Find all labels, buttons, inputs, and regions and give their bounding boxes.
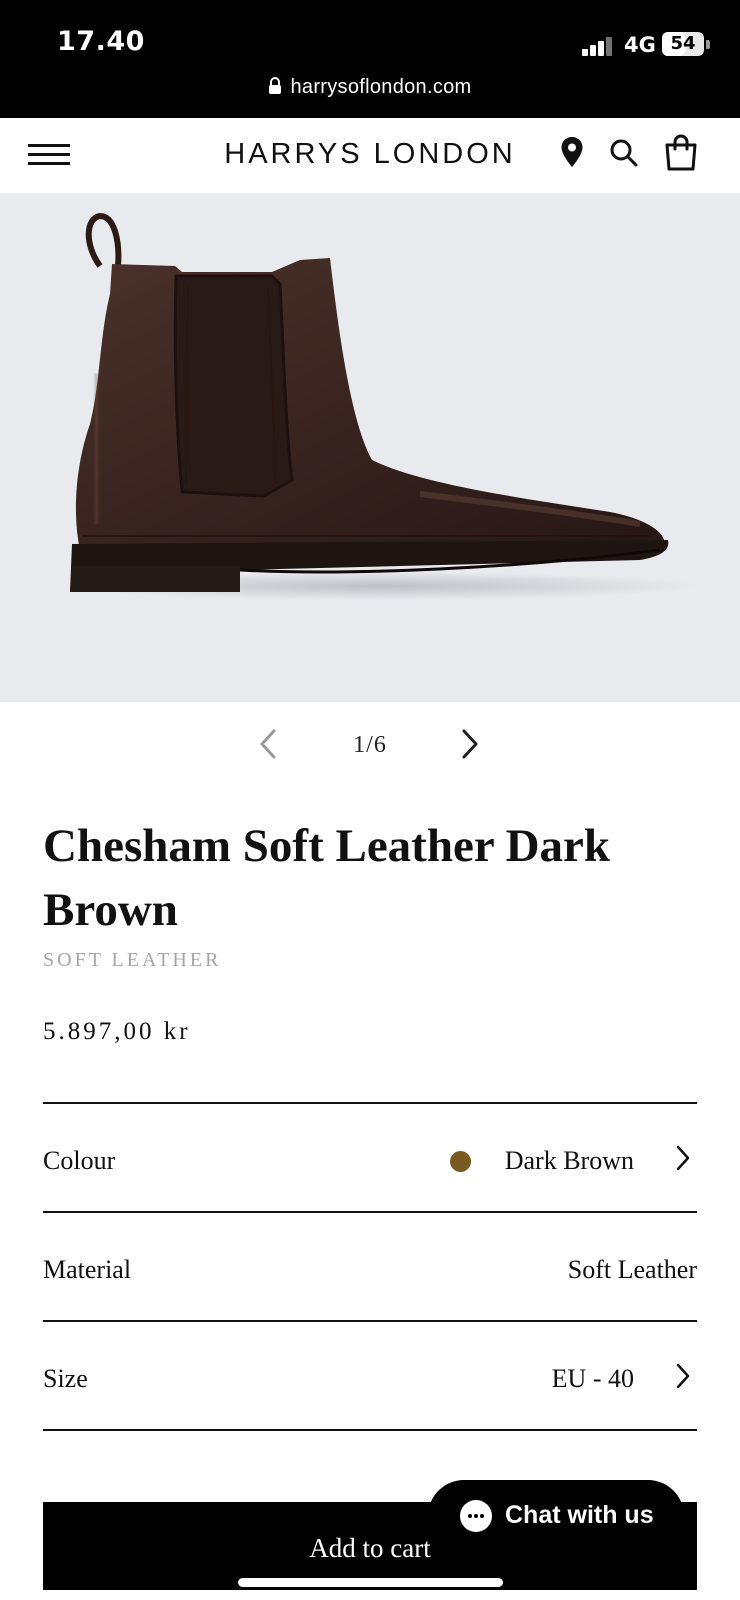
signal-icon (582, 36, 614, 56)
size-value: EU - 40 (551, 1364, 634, 1393)
site-header: HARRYS LONDON (0, 118, 740, 194)
chat-bubble-icon (460, 1500, 492, 1532)
product-title: Chesham Soft Leather Dark Brown (43, 820, 611, 936)
chevron-right-icon[interactable] (460, 728, 480, 760)
product-price: 5.897,00 kr (43, 1018, 191, 1045)
lock-icon (269, 76, 282, 94)
chat-label: Chat with us (505, 1501, 654, 1529)
battery-icon: 54 (662, 32, 704, 56)
material-label: Material (43, 1255, 132, 1284)
size-selector[interactable]: Size EU - 40 (43, 1320, 697, 1429)
gallery-counter: 1/6 (353, 732, 387, 758)
chelsea-boot-image (60, 212, 700, 600)
product-subtitle: SOFT LEATHER (43, 949, 222, 971)
colour-label: Colour (43, 1146, 116, 1175)
status-bar: 17.40 4G 54 harrysoflondon.com (0, 0, 740, 118)
search-icon[interactable] (609, 138, 639, 168)
chat-with-us-button[interactable]: Chat with us (428, 1480, 684, 1552)
product-image-gallery[interactable] (0, 194, 740, 702)
size-label: Size (43, 1364, 88, 1393)
location-pin-icon[interactable] (560, 136, 584, 170)
shopping-bag-icon[interactable] (664, 132, 698, 172)
material-row: Material Soft Leather (43, 1211, 697, 1320)
colour-swatch (450, 1151, 471, 1172)
status-time: 17.40 (57, 26, 145, 57)
material-value: Soft Leather (567, 1255, 697, 1284)
url-text: harrysoflondon.com (290, 76, 472, 98)
gallery-pager: 1/6 (0, 720, 740, 770)
colour-value: Dark Brown (504, 1146, 634, 1175)
chevron-right-icon (676, 1145, 690, 1171)
menu-icon[interactable] (28, 140, 72, 170)
battery-tip (706, 40, 710, 49)
home-indicator (238, 1578, 503, 1587)
divider (43, 1429, 697, 1431)
battery-level: 54 (670, 33, 696, 54)
network-type: 4G (624, 33, 656, 57)
chevron-right-icon (676, 1363, 690, 1389)
colour-selector[interactable]: Colour Dark Brown (43, 1102, 697, 1211)
url-bar[interactable]: harrysoflondon.com (0, 76, 740, 99)
